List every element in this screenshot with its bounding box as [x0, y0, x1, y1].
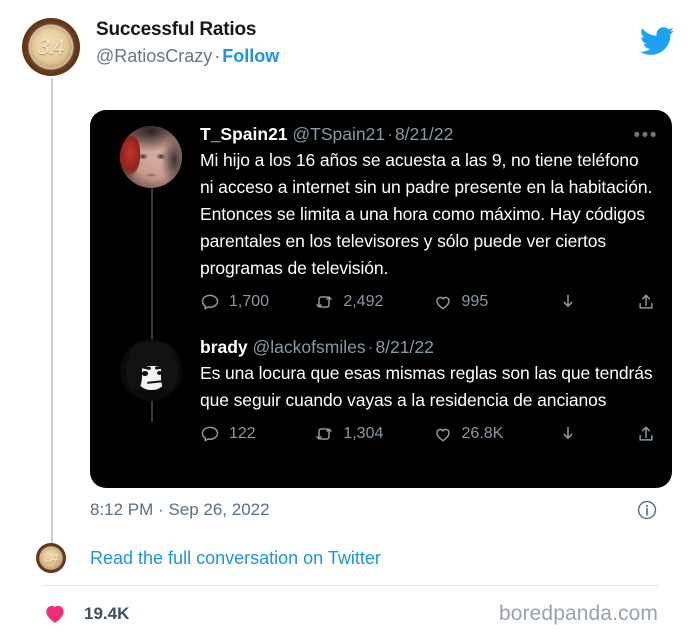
retweet-icon	[314, 292, 334, 312]
tweet-primary-body: T_Spain21 @TSpain21 · 8/21/22 Mi hijo a lo…	[200, 122, 656, 312]
tweet-screenshot-page: 3.4 Successful Ratios @RatiosCrazy · Follo…	[0, 0, 700, 642]
woman-portrait-avatar[interactable]	[120, 126, 182, 188]
reply-icon	[200, 292, 220, 312]
account-handle-row: @RatiosCrazy · Follow	[96, 44, 279, 68]
account-name-block: Successful Ratios @RatiosCrazy · Follow	[96, 18, 279, 68]
tweet-reply-meta: brady @lackofsmiles · 8/21/22	[200, 335, 656, 359]
like-stat[interactable]: 995	[433, 292, 559, 312]
reply-stat[interactable]: 1,700	[200, 292, 314, 312]
read-full-conversation-link[interactable]: Read the full conversation on Twitter	[90, 545, 381, 571]
post-timestamp: 8:12 PM · Sep 26, 2022	[90, 500, 270, 519]
site-watermark: boredpanda.com	[498, 602, 658, 625]
meta-separator: ·	[387, 124, 393, 144]
tweet-author-name[interactable]: brady	[200, 337, 248, 357]
info-circle-icon[interactable]	[636, 499, 658, 521]
heart-outline-icon	[433, 424, 453, 444]
like-count: 995	[461, 293, 489, 310]
like-count: 26.8K	[461, 425, 504, 442]
avatar-latte-art-text: 3.4	[38, 34, 65, 59]
retweet-stat[interactable]: 2,492	[314, 292, 432, 312]
share-stat[interactable]	[636, 292, 656, 312]
avatar-latte-art-text: 3.4	[45, 550, 58, 565]
account-header: 3.4 Successful Ratios @RatiosCrazy · Follo…	[22, 14, 682, 76]
tweet-primary-text: Mi hijo a los 16 años se acuesta a las 9…	[200, 150, 653, 278]
twitter-bird-icon	[639, 24, 674, 58]
download-stat[interactable]	[558, 424, 636, 444]
tweet-reply-body: brady @lackofsmiles · 8/21/22 Es una locur…	[200, 335, 656, 444]
reply-count: 122	[229, 425, 256, 442]
download-icon	[558, 424, 578, 444]
account-display-name: Successful Ratios	[96, 19, 257, 40]
coffee-cup-avatar-small[interactable]: 3.4	[36, 543, 66, 573]
tweet-author-handle[interactable]: @TSpain21	[292, 124, 385, 144]
share-icon	[636, 292, 656, 312]
retweet-icon	[314, 424, 334, 444]
tweet-reply-stats: 122 1,304 26.8K	[200, 424, 656, 444]
reply-stat[interactable]: 122	[200, 424, 314, 444]
reply-count: 1,700	[229, 293, 270, 310]
embedded-tweet-card[interactable]: ••• T_Spain21 @TSpain21 · 8/21/22 Mi hijo …	[90, 110, 672, 488]
tweet-author-name[interactable]: T_Spain21	[200, 124, 288, 144]
handle-separator: ·	[214, 46, 221, 66]
reply-icon	[200, 424, 220, 444]
page-footer: 19.4K boredpanda.com	[42, 592, 658, 638]
download-icon	[558, 292, 578, 312]
tweet-author-handle[interactable]: @lackofsmiles	[253, 337, 366, 357]
like-stat[interactable]: 26.8K	[433, 424, 559, 444]
share-stat[interactable]	[636, 424, 656, 444]
tweet-reply-text: Es una locura que esas mismas reglas son…	[200, 363, 653, 410]
retweet-count: 1,304	[343, 425, 384, 442]
tweet-primary-stats: 1,700 2,492 995	[200, 292, 656, 312]
heart-outline-icon	[433, 292, 453, 312]
tweet-date[interactable]: 8/21/22	[395, 124, 453, 144]
heart-icon[interactable]	[42, 600, 68, 626]
coffee-cup-avatar[interactable]: 3.4	[22, 18, 80, 76]
manga-character-avatar[interactable]	[120, 339, 182, 401]
follow-button[interactable]: Follow	[222, 46, 279, 66]
tweet-primary-meta: T_Spain21 @TSpain21 · 8/21/22	[200, 122, 656, 146]
read-conversation-row: 3.4 Read the full conversation on Twitte…	[36, 543, 656, 575]
retweet-stat[interactable]: 1,304	[314, 424, 432, 444]
page-like-count: 19.4K	[84, 604, 130, 623]
account-handle: @RatiosCrazy	[96, 46, 213, 66]
tweet-date[interactable]: 8/21/22	[375, 337, 433, 357]
thread-connector-line	[51, 78, 53, 544]
share-icon	[636, 424, 656, 444]
post-timestamp-row: 8:12 PM · Sep 26, 2022	[90, 498, 672, 526]
footer-divider	[42, 585, 658, 586]
download-stat[interactable]	[558, 292, 636, 312]
retweet-count: 2,492	[343, 293, 384, 310]
meta-separator: ·	[367, 337, 374, 357]
